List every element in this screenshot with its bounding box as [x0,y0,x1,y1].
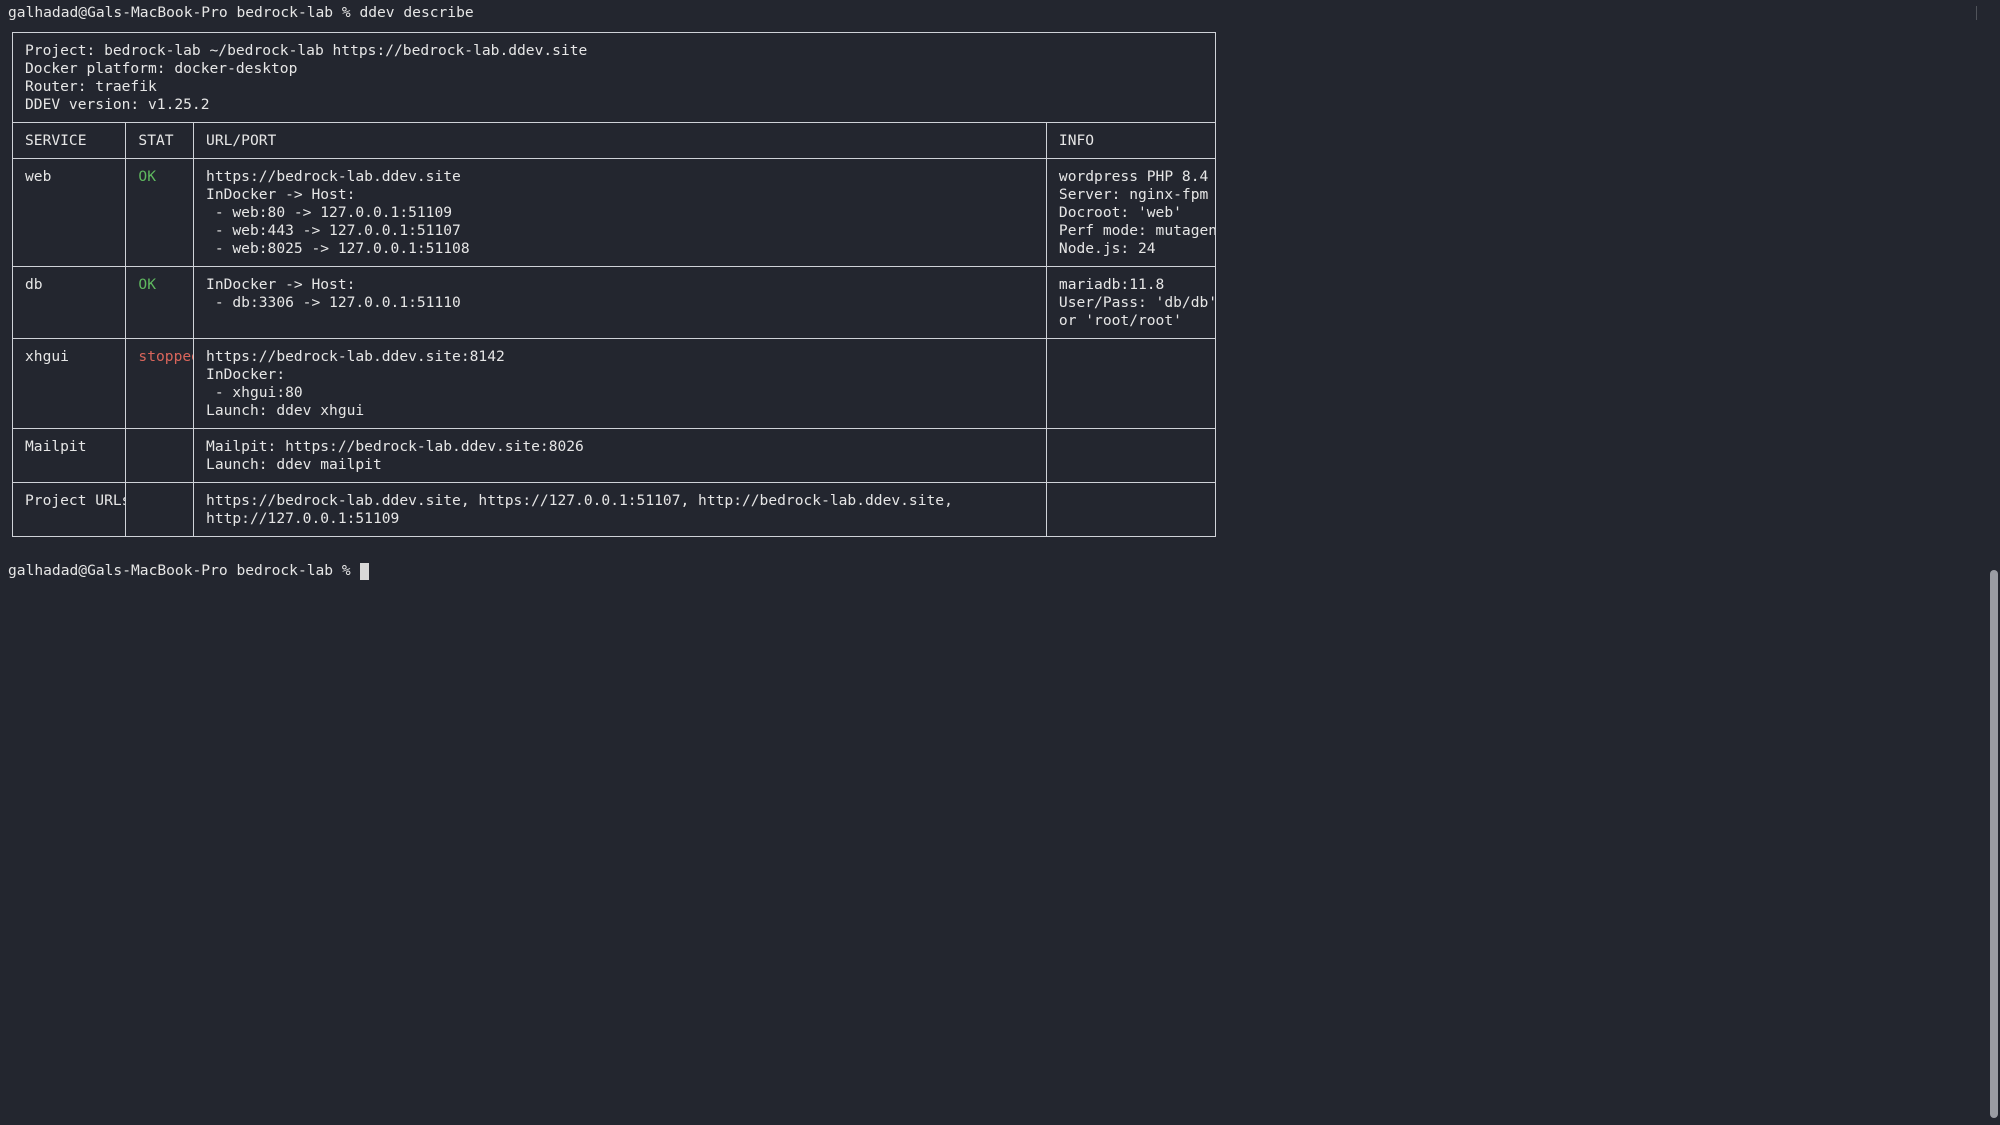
header-row: SERVICE STAT URL/PORT INFO [11,122,1217,159]
url-port-cell: Mailpit: https://bedrock-lab.ddev.site:8… [193,428,1047,483]
status-ok: OK [125,266,195,339]
service-row-project-urls: Project URLs https://bedrock-lab.ddev.si… [11,482,1217,537]
header-service: SERVICE [11,122,127,159]
info-cell [1045,428,1217,483]
url-port-cell: https://bedrock-lab.ddev.site InDocker -… [193,158,1047,267]
pane-divider [1976,6,1977,20]
prompt-text: galhadad@Gals-MacBook-Pro bedrock-lab % [8,562,351,579]
project-info-line: Router: traefik [25,78,157,95]
header-stat: STAT [125,122,195,159]
service-name: xhgui [11,338,127,429]
header-url-port: URL/PORT [193,122,1047,159]
command-line: galhadad@Gals-MacBook-Pro bedrock-lab % … [8,4,474,21]
project-info-line: Docker platform: docker-desktop [25,60,298,77]
cursor [359,562,369,580]
service-name: Mailpit [11,428,127,483]
project-info-row: Project: bedrock-lab ~/bedrock-lab https… [12,32,1216,123]
service-row-db: db OK InDocker -> Host: - db:3306 -> 127… [11,266,1217,339]
service-name: Project URLs [11,482,127,537]
status-empty [125,482,195,537]
info-cell [1045,482,1217,537]
service-name: db [11,266,127,339]
scrollbar-thumb[interactable] [1990,570,1998,1118]
url-port-cell: InDocker -> Host: - db:3306 -> 127.0.0.1… [193,266,1047,339]
project-info-line: DDEV version: v1.25.2 [25,96,210,113]
info-cell: mariadb:11.8 User/Pass: 'db/db' or 'root… [1045,266,1217,339]
url-port-cell: https://bedrock-lab.ddev.site, https://1… [193,482,1047,537]
scrollbar-track[interactable] [1986,0,2000,1125]
project-info-line: Project: bedrock-lab ~/bedrock-lab https… [25,42,588,59]
header-info: INFO [1045,122,1217,159]
url-port-cell: https://bedrock-lab.ddev.site:8142 InDoc… [193,338,1047,429]
project-info-cell: Project: bedrock-lab ~/bedrock-lab https… [12,32,1216,123]
info-cell: wordpress PHP 8.4 Server: nginx-fpm Docr… [1045,158,1217,267]
service-row-web: web OK https://bedrock-lab.ddev.site InD… [11,158,1217,267]
service-name: web [11,158,127,267]
service-row-mailpit: Mailpit Mailpit: https://bedrock-lab.dde… [11,428,1217,483]
status-stopped: stopped [125,338,195,429]
status-empty [125,428,195,483]
shell-prompt[interactable]: galhadad@Gals-MacBook-Pro bedrock-lab % [8,562,369,580]
service-row-xhgui: xhgui stopped https://bedrock-lab.ddev.s… [11,338,1217,429]
info-cell [1045,338,1217,429]
status-ok: OK [125,158,195,267]
describe-table: Project: bedrock-lab ~/bedrock-lab https… [11,32,1217,537]
